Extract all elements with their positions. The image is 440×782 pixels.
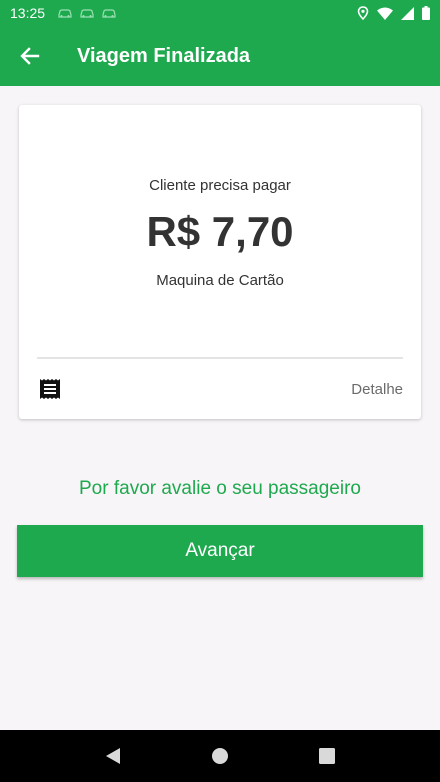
- page-title: Viagem Finalizada: [77, 44, 251, 67]
- payment-amount: R$ 7,70: [146, 208, 294, 255]
- status-time: 13:25: [10, 5, 46, 21]
- nav-home-icon: [211, 748, 228, 764]
- receipt-icon[interactable]: [39, 378, 61, 400]
- status-bar: 13:25: [0, 0, 440, 26]
- screen: 13:25 Viagem Finalizada Cliente precisa …: [0, 0, 440, 782]
- rate-passenger-prompt[interactable]: Por favor avalie o seu passageiro: [0, 478, 440, 500]
- payment-subtitle: Cliente precisa pagar: [149, 177, 291, 194]
- nav-recents-icon: [318, 748, 335, 764]
- signal-icon: [401, 6, 414, 20]
- location-icon: [357, 6, 369, 20]
- arrow-left-icon: [20, 47, 40, 65]
- nav-home-button[interactable]: [200, 736, 240, 776]
- nav-back-button[interactable]: [93, 736, 133, 776]
- wifi-icon: [377, 7, 393, 20]
- battery-icon: [422, 6, 430, 20]
- car-notification-icon: [102, 9, 116, 18]
- detail-link[interactable]: Detalhe: [351, 381, 403, 398]
- car-notification-icon: [80, 9, 94, 18]
- car-notification-icon: [58, 9, 72, 18]
- system-nav-bar: [0, 730, 440, 782]
- back-button[interactable]: [0, 26, 60, 86]
- advance-button[interactable]: Avançar: [17, 525, 423, 577]
- payment-method: Maquina de Cartão: [156, 272, 284, 289]
- nav-back-icon: [106, 748, 121, 764]
- payment-summary-card: Cliente precisa pagar R$ 7,70 Maquina de…: [19, 105, 421, 419]
- app-bar: Viagem Finalizada: [0, 26, 440, 86]
- card-divider: [37, 357, 403, 359]
- nav-recents-button[interactable]: [307, 736, 347, 776]
- status-right-icons: [357, 6, 430, 20]
- notification-icons: [57, 8, 117, 18]
